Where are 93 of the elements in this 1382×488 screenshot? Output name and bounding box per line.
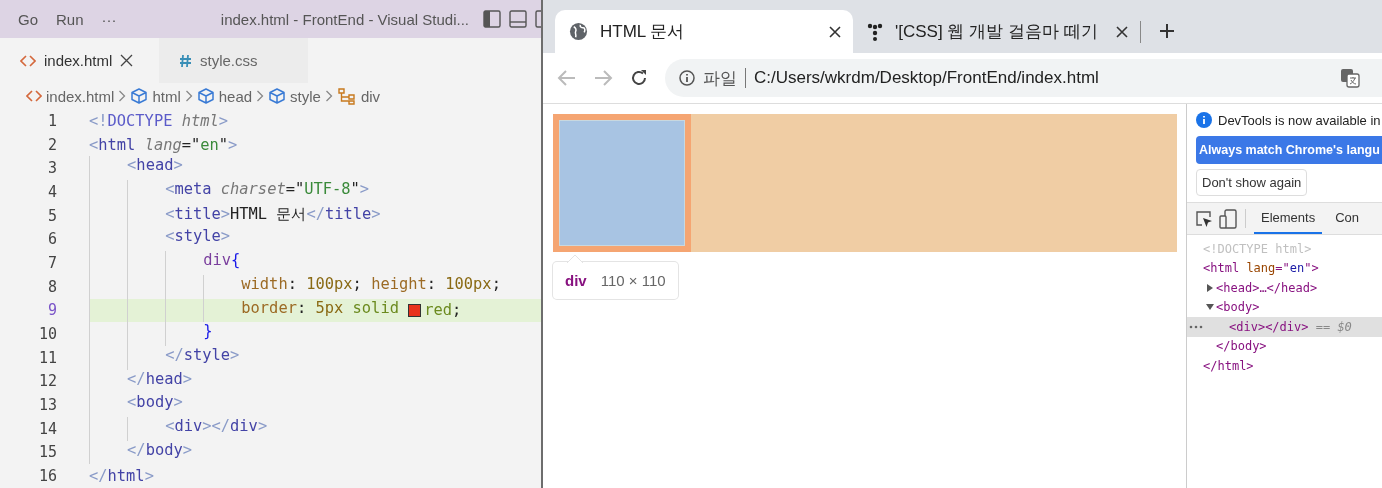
line-number: 14 — [37, 419, 57, 438]
layout-icon[interactable] — [535, 10, 541, 28]
line-number: 3 — [46, 159, 57, 178]
tooltip-tag: div — [565, 272, 587, 289]
breadcrumb-item[interactable]: head — [218, 87, 253, 105]
code-text: </body> — [89, 440, 192, 465]
device-icon[interactable] — [1219, 208, 1237, 229]
expanded-arrow-icon[interactable] — [1206, 303, 1214, 312]
info-icon — [1196, 112, 1212, 128]
hash-icon — [179, 53, 192, 68]
notice-text: DevTools is now available in — [1218, 112, 1381, 128]
breadcrumb-item[interactable]: index.html — [46, 87, 115, 105]
devtools-tab[interactable]: Elements — [1254, 203, 1323, 234]
code-text: div{ — [89, 251, 241, 275]
dom-node[interactable]: <html lang="en"> — [1203, 261, 1319, 276]
translate-icon[interactable] — [1340, 68, 1360, 88]
more-icon[interactable] — [1189, 324, 1203, 329]
chevron-icon — [324, 90, 333, 102]
line-number: 2 — [46, 135, 57, 154]
chevron-icon — [184, 90, 193, 102]
editor-tab[interactable]: style.css — [159, 38, 308, 83]
code-text: </style> — [89, 345, 240, 370]
breadcrumb-item[interactable]: style — [290, 87, 321, 105]
code-text: <title>HTML 문서</title> — [89, 203, 381, 228]
panel-layout-icon[interactable] — [509, 10, 527, 28]
info-icon[interactable] — [679, 70, 695, 86]
code-text: } — [89, 322, 213, 346]
code-text: <body> — [89, 393, 183, 417]
line-number: 4 — [46, 182, 57, 201]
close-icon[interactable] — [1116, 25, 1128, 38]
code-text: <head> — [89, 156, 183, 181]
devtools-tab[interactable]: Con — [1328, 203, 1367, 234]
browser-tab[interactable]: HTML 문서 — [555, 10, 853, 53]
inspect-icon[interactable] — [1195, 209, 1213, 228]
code-file-icon — [20, 53, 36, 68]
breadcrumb-item[interactable]: html — [152, 87, 181, 105]
reload-icon[interactable] — [629, 68, 649, 88]
selection-marker: == $0 — [1315, 319, 1352, 334]
menu-item[interactable]: Go — [16, 10, 50, 28]
code-text: <!DOCTYPE html> — [89, 111, 229, 130]
code-text: width: 100px; height: 100px; — [89, 274, 501, 299]
match-language-button[interactable]: Always match Chrome's langu — [1196, 136, 1382, 164]
dom-closing-tag: </html> — [1203, 358, 1254, 373]
chevron-icon — [118, 90, 127, 102]
code-text: </head> — [89, 369, 192, 394]
breadcrumb-item[interactable]: div — [360, 87, 381, 105]
dom-node[interactable]: <div></div> — [1229, 319, 1309, 334]
line-number: 8 — [46, 277, 57, 296]
tooltip-size: 110 × 110 — [600, 272, 666, 289]
line-number: 9 — [46, 301, 57, 320]
cube-icon — [130, 87, 149, 105]
url-text: C:/Users/wkrdm/Desktop/FrontEnd/index.html — [754, 68, 1099, 88]
code-text: red; — [424, 301, 462, 320]
code-text: border: 5px solid — [89, 298, 409, 323]
dom-node[interactable]: <head>…</head> — [1216, 280, 1318, 295]
line-number: 15 — [37, 443, 57, 462]
chevron-icon — [256, 90, 265, 102]
line-number: 11 — [37, 348, 57, 367]
window-title: index.html - FrontEnd - Visual Studi... — [220, 10, 469, 28]
code-text: <div></div> — [89, 416, 268, 441]
dots-icon — [867, 22, 883, 41]
dom-node[interactable]: <body> — [1216, 300, 1260, 315]
plus-icon[interactable] — [1159, 23, 1175, 39]
code-text: <style> — [89, 227, 231, 252]
address-bar[interactable]: 파일 C:/Users/wkrdm/Desktop/FrontEnd/index.html — [665, 59, 1382, 97]
line-number: 6 — [46, 230, 57, 249]
close-icon[interactable] — [829, 25, 841, 38]
line-number: 5 — [46, 206, 57, 225]
line-number: 7 — [46, 253, 57, 272]
cube-icon — [196, 87, 215, 105]
close-icon[interactable] — [120, 54, 134, 67]
rule-icon — [336, 87, 357, 105]
browser-tab[interactable]: '[CSS] 웹 개발 걸음마 떼기 — [853, 10, 1140, 53]
line-number: 12 — [37, 372, 57, 391]
scheme-label: 파일 — [703, 67, 737, 90]
line-number: 10 — [37, 325, 57, 344]
code-file-icon — [26, 89, 42, 103]
collapsed-arrow-icon[interactable] — [1206, 283, 1214, 292]
code-text: <html lang="en"> — [89, 135, 238, 154]
cube-icon — [268, 87, 287, 105]
selected-node-row[interactable]: <div></div> == $0 — [1187, 317, 1382, 337]
code-text: </html> — [89, 467, 154, 486]
color-swatch-icon[interactable] — [408, 303, 422, 317]
dom-closing-tag: </body> — [1216, 339, 1267, 354]
globe-icon — [569, 22, 588, 41]
line-number: 1 — [46, 111, 57, 130]
menu-item[interactable]: ··· — [99, 10, 129, 28]
line-number: 13 — [37, 396, 57, 415]
menu-item[interactable]: Run — [54, 10, 96, 28]
dismiss-button[interactable]: Don't show again — [1196, 169, 1308, 196]
sidebar-layout-icon[interactable] — [483, 10, 501, 28]
code-text: <meta charset="UTF-8"> — [89, 180, 370, 204]
line-number: 16 — [37, 467, 57, 486]
